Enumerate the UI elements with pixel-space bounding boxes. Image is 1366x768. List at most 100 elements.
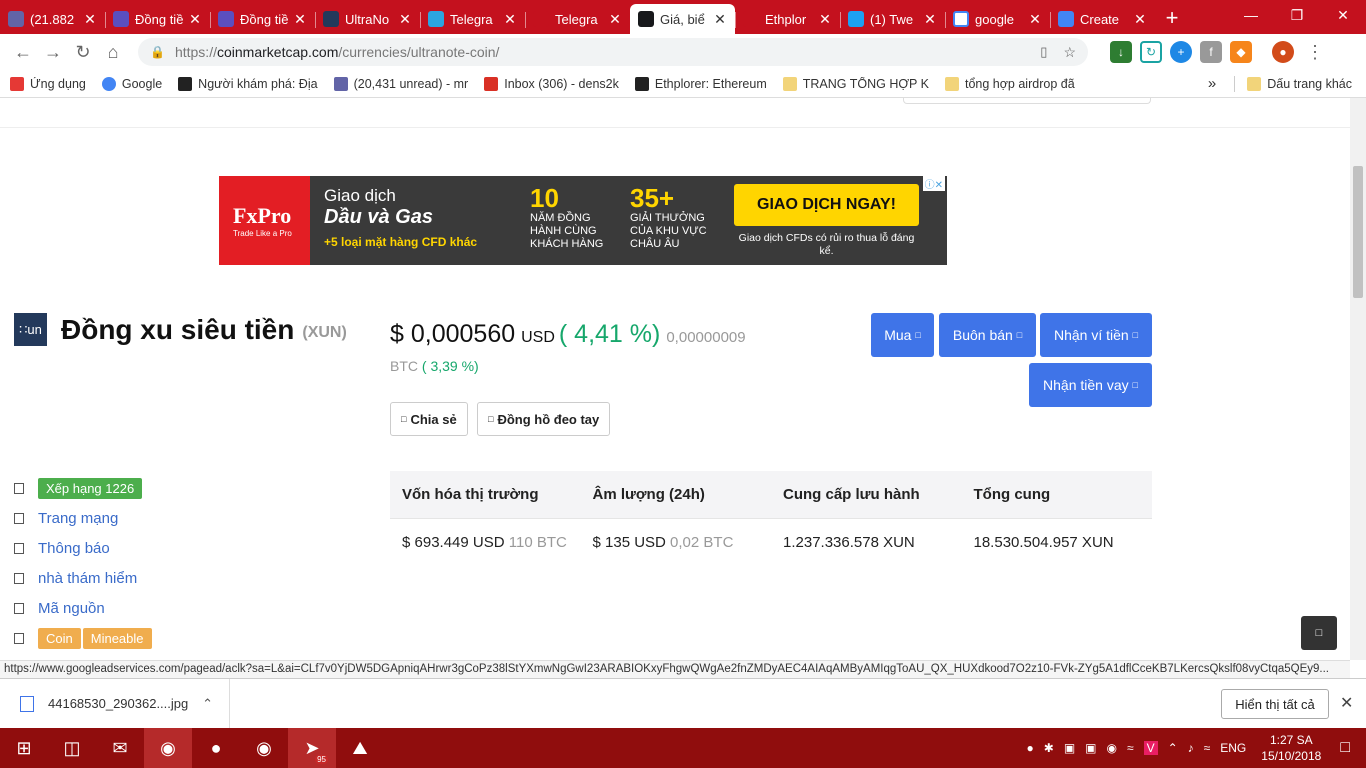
site-search-box[interactable] (903, 98, 1151, 104)
ethereum-icon (634, 76, 649, 91)
close-tab-icon[interactable]: ✕ (398, 11, 412, 28)
bookmark-item[interactable]: (20,431 unread) - mr (333, 76, 468, 91)
scrollbar-thumb[interactable] (1353, 166, 1363, 298)
buy-button[interactable]: Mua □ (871, 313, 934, 357)
close-download-shelf-icon[interactable]: ✕ (1340, 693, 1353, 713)
back-to-top-button[interactable]: □ (1301, 616, 1337, 650)
app-tray-icon[interactable]: ▣ (1085, 741, 1096, 755)
close-tab-icon[interactable]: ✕ (713, 11, 727, 28)
new-tab-button[interactable]: + (1155, 4, 1189, 34)
bookmark-item[interactable]: Google (101, 76, 162, 91)
watchlist-button[interactable]: □ Đồng hồ đeo tay (477, 402, 611, 436)
get-loan-button[interactable]: Nhận tiền vay □ (1029, 363, 1152, 407)
download-item[interactable]: 44168530_290362....jpg ⌃ (0, 678, 230, 729)
browser-tab[interactable]: google ✕ (945, 4, 1050, 34)
menu-icon[interactable]: ⋮ (1300, 37, 1330, 67)
clock[interactable]: 1:27 SA 15/10/2018 (1261, 732, 1321, 764)
close-tab-icon[interactable]: ✕ (818, 11, 832, 28)
close-tab-icon[interactable]: ✕ (293, 11, 307, 28)
back-button[interactable]: ← (8, 37, 38, 67)
volume-icon[interactable]: ♪ (1188, 741, 1194, 755)
trade-label: Buôn bán (952, 327, 1013, 343)
ad-cta-button[interactable]: GIAO DỊCH NGAY! (734, 184, 919, 226)
bookmark-item[interactable]: Ứng dụng (10, 76, 86, 91)
show-hidden-icons[interactable]: ⌃ (1168, 741, 1178, 755)
antivirus-icon[interactable]: ◉ (1107, 741, 1117, 755)
close-tab-icon[interactable]: ✕ (1028, 11, 1042, 28)
browser-tab[interactable]: Telegra ✕ (525, 4, 630, 34)
adchoices-icon[interactable]: ⓘ✕ (922, 176, 945, 191)
website-link[interactable]: Trang mạng (14, 503, 152, 533)
home-button[interactable]: ⌂ (98, 37, 128, 67)
photos-app-icon[interactable]: ⛰ (336, 728, 384, 768)
facebook-extension-icon[interactable]: f (1200, 41, 1222, 63)
network-app-icon[interactable]: ▣ (1064, 741, 1075, 755)
bookmark-star-icon[interactable]: ☆ (1063, 44, 1076, 61)
close-tab-icon[interactable]: ✕ (1133, 11, 1147, 28)
bookmark-item[interactable]: Ethplorer: Ethereum (634, 76, 767, 91)
unikey-icon[interactable]: ≈ (1127, 741, 1134, 755)
price-currency: USD (521, 329, 555, 346)
close-tab-icon[interactable]: ✕ (608, 11, 622, 28)
bookmark-item[interactable]: TRANG TỔNG HỢP K (782, 76, 929, 91)
vpn-icon[interactable]: V (1143, 741, 1158, 755)
translate-icon[interactable]: ▯ (1040, 44, 1047, 60)
close-tab-icon[interactable]: ✕ (503, 11, 517, 28)
language-indicator[interactable]: ENG (1220, 741, 1246, 755)
browser-tab[interactable]: Giá, biể ✕ (630, 4, 735, 34)
announcement-link[interactable]: Thông báo (14, 533, 152, 563)
chrome-app-icon[interactable]: ◉ (144, 728, 192, 768)
browser-tab[interactable]: (21.882 ✕ (0, 4, 105, 34)
restore-icon[interactable]: ❐ (1274, 0, 1320, 30)
browser-tab[interactable]: Create ✕ (1050, 4, 1155, 34)
telegram-app-icon[interactable]: ➤ 95 (288, 728, 336, 768)
get-wallet-button[interactable]: Nhận ví tiền □ (1040, 313, 1152, 357)
sync-extension-icon[interactable]: ↻ (1140, 41, 1162, 63)
line-icon[interactable]: ● (1027, 741, 1034, 755)
bookmark-item[interactable]: tổng hợp airdrop đã (944, 76, 1075, 91)
browser-tab[interactable]: Đồng tiề ✕ (105, 4, 210, 34)
address-bar[interactable]: 🔒 https://coinmarketcap.com/currencies/u… (138, 38, 1088, 66)
bookmark-item[interactable]: Inbox (306) - dens2k (484, 76, 619, 91)
notifications-icon[interactable]: □ (1340, 739, 1350, 757)
close-tab-icon[interactable]: ✕ (188, 11, 202, 28)
download-extension-icon[interactable]: ↓ (1110, 41, 1132, 63)
other-bookmarks-folder[interactable]: Dấu trang khác (1247, 76, 1352, 91)
browser-tab[interactable]: Đồng tiề ✕ (210, 4, 315, 34)
plus-extension-icon[interactable]: + (1170, 41, 1192, 63)
ad-cta[interactable]: GIAO DỊCH NGAY! Giao dịch CFDs có rủi ro… (734, 176, 919, 265)
profile-avatar[interactable]: ● (1272, 41, 1294, 63)
folder-icon (1247, 76, 1262, 91)
fxpro-ad-banner[interactable]: FxPro Trade Like a Pro Giao dịch Dầu và … (219, 176, 947, 265)
task-view-icon[interactable]: ◫ (48, 728, 96, 768)
page-scrollbar[interactable] (1350, 98, 1366, 660)
bookmark-item[interactable]: Người khám phá: Địa (178, 76, 318, 91)
browser-tab[interactable]: UltraNo ✕ (315, 4, 420, 34)
explorer-link[interactable]: nhà thám hiểm (14, 563, 152, 593)
chevron-up-icon[interactable]: ⌃ (202, 696, 213, 712)
minimize-icon[interactable]: — (1228, 0, 1274, 30)
mail-app-icon[interactable]: ✉ (96, 728, 144, 768)
globe-app-icon[interactable]: ◉ (240, 728, 288, 768)
firefox-app-icon[interactable]: ● (192, 728, 240, 768)
share-button[interactable]: □ Chia sẻ (390, 402, 468, 436)
trade-button[interactable]: Buôn bán □ (939, 313, 1036, 357)
bluetooth-icon[interactable]: ✱ (1044, 741, 1054, 755)
code-icon (14, 602, 24, 614)
browser-tab[interactable]: Telegra ✕ (420, 4, 525, 34)
bookmarks-overflow-button[interactable]: » (1208, 75, 1216, 92)
tag-coin[interactable]: Coin (38, 627, 81, 649)
metamask-extension-icon[interactable]: ◆ (1230, 41, 1252, 63)
wifi-icon[interactable]: ≈ (1204, 741, 1211, 755)
close-tab-icon[interactable]: ✕ (923, 11, 937, 28)
windows-start-icon[interactable]: ⊞ (0, 728, 48, 768)
browser-tab[interactable]: Ethplor ✕ (735, 4, 840, 34)
close-window-icon[interactable]: ✕ (1320, 0, 1366, 30)
forward-button[interactable]: → (38, 37, 68, 67)
close-tab-icon[interactable]: ✕ (83, 11, 97, 28)
reload-button[interactable]: ↻ (68, 37, 98, 67)
source-code-link[interactable]: Mã nguồn (14, 593, 152, 623)
browser-tab[interactable]: (1) Twe ✕ (840, 4, 945, 34)
show-all-downloads-button[interactable]: Hiển thị tất cả (1221, 689, 1329, 719)
tag-mineable[interactable]: Mineable (82, 627, 152, 649)
